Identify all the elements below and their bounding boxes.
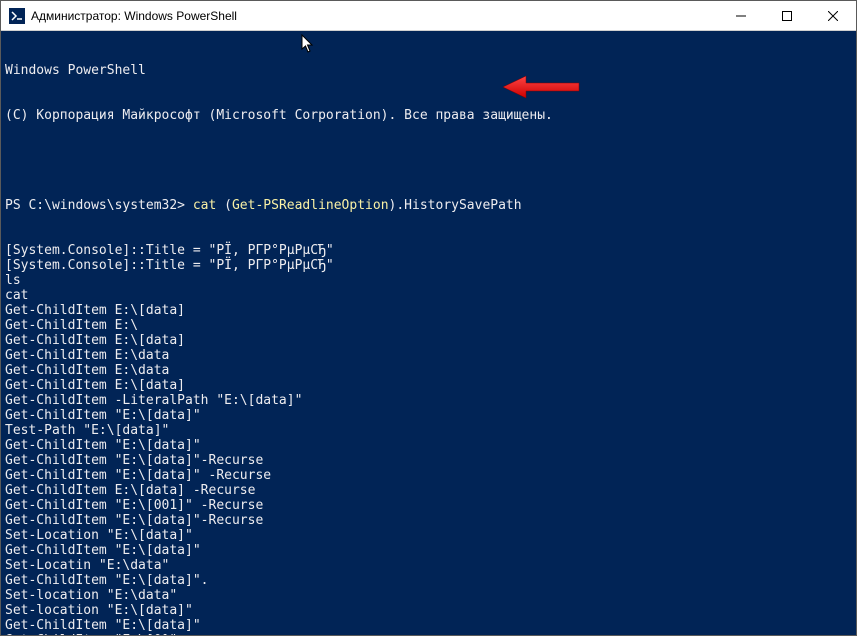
titlebar[interactable]: Администратор: Windows PowerShell: [1, 1, 856, 31]
output-line: Get-ChildItem E:\[data]: [5, 303, 852, 318]
output-line: Get-ChildItem "E:\[data]": [5, 438, 852, 453]
output-line: Get-ChildItem E:\[data] -Recurse: [5, 483, 852, 498]
terminal-output: [System.Console]::Title = "РЇ, РГР°РµРµС…: [5, 243, 852, 635]
output-line: Get-ChildItem "E:\[data]": [5, 543, 852, 558]
output-line: ls: [5, 273, 852, 288]
blank-line: [5, 153, 852, 168]
output-line: Get-ChildItem "E:\[0]": [5, 633, 852, 635]
output-line: Set-location "E:\[data]": [5, 603, 852, 618]
output-line: Get-ChildItem E:\data: [5, 348, 852, 363]
terminal-area[interactable]: Windows PowerShell (C) Корпорация Майкро…: [1, 31, 856, 635]
output-line: Get-ChildItem -LiteralPath "E:\[data]": [5, 393, 852, 408]
output-line: [System.Console]::Title = "РЇ, РГР°РµРµС…: [5, 258, 852, 273]
banner-line: (C) Корпорация Майкрософт (Microsoft Cor…: [5, 108, 852, 123]
cmd-prop: .HistorySavePath: [396, 198, 521, 213]
output-line: Set-Locatin "E:\data": [5, 558, 852, 573]
cmd-option: Get-PSReadlineOption: [232, 198, 389, 213]
powershell-icon: [9, 8, 25, 24]
output-line: Get-ChildItem E:\: [5, 318, 852, 333]
window-title: Администратор: Windows PowerShell: [31, 1, 718, 31]
output-line: Set-Location "E:\[data]": [5, 528, 852, 543]
output-line: Get-ChildItem E:\[data]: [5, 333, 852, 348]
cursor-icon: [301, 34, 317, 54]
maximize-button[interactable]: [764, 1, 810, 30]
output-line: Get-ChildItem "E:\[data]": [5, 408, 852, 423]
output-line: Get-ChildItem "E:\[data]" -Recurse: [5, 468, 852, 483]
paren-open: (: [216, 198, 232, 213]
close-button[interactable]: [810, 1, 856, 30]
cmd-cat: cat: [193, 198, 216, 213]
minimize-button[interactable]: [718, 1, 764, 30]
output-line: Get-ChildItem "E:\[data]": [5, 618, 852, 633]
prompt-line: PS C:\windows\system32> cat (Get-PSReadl…: [5, 198, 852, 213]
titlebar-buttons: [718, 1, 856, 30]
banner-line: Windows PowerShell: [5, 63, 852, 78]
output-line: Get-ChildItem "E:\[001]" -Recurse: [5, 498, 852, 513]
output-line: Get-ChildItem "E:\[data]"-Recurse: [5, 513, 852, 528]
output-line: cat: [5, 288, 852, 303]
red-arrow-annotation: [501, 73, 581, 103]
output-line: [System.Console]::Title = "РЇ, РГР°РµРµС…: [5, 243, 852, 258]
output-line: Get-ChildItem "E:\[data]".: [5, 573, 852, 588]
output-line: Get-ChildItem "E:\[data]"-Recurse: [5, 453, 852, 468]
output-line: Get-ChildItem E:\[data]: [5, 378, 852, 393]
powershell-window: Администратор: Windows PowerShell Window…: [0, 0, 857, 636]
prompt-text: PS C:\windows\system32>: [5, 198, 193, 213]
output-line: Get-ChildItem E:\data: [5, 363, 852, 378]
output-line: Test-Path "E:\[data]": [5, 423, 852, 438]
output-line: Set-location "E:\data": [5, 588, 852, 603]
